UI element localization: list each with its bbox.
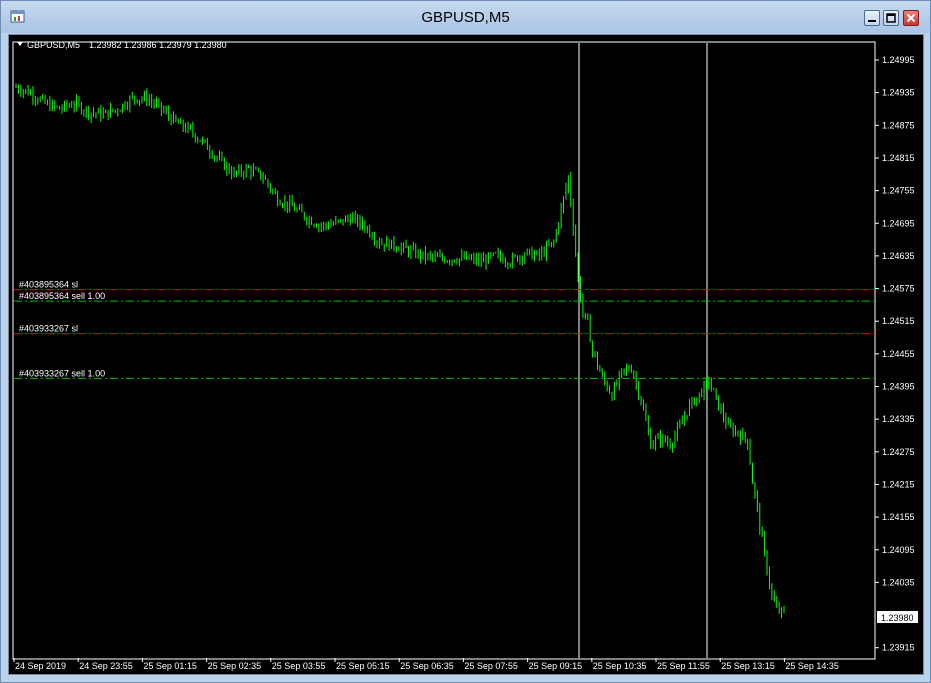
maximize-icon xyxy=(886,13,896,23)
price-label: 1.24755 xyxy=(882,186,915,196)
time-label: 25 Sep 07:55 xyxy=(464,661,518,671)
time-label: 25 Sep 01:15 xyxy=(143,661,197,671)
minimize-icon xyxy=(868,20,876,22)
price-label: 1.24695 xyxy=(882,218,915,228)
trade-line-label: #403933267 sl xyxy=(19,324,78,334)
price-label: 1.24455 xyxy=(882,349,915,359)
price-label: 1.24215 xyxy=(882,479,915,489)
price-label: 1.24635 xyxy=(882,251,915,261)
plot-frame xyxy=(12,41,876,660)
time-label: 25 Sep 06:35 xyxy=(400,661,454,671)
price-label: 1.24035 xyxy=(882,577,915,587)
time-label: 25 Sep 03:55 xyxy=(272,661,326,671)
time-label: 24 Sep 23:55 xyxy=(79,661,133,671)
price-label: 1.24395 xyxy=(882,382,915,392)
price-label: 1.24875 xyxy=(882,120,915,130)
time-label: 25 Sep 02:35 xyxy=(208,661,262,671)
triangle-down-icon[interactable] xyxy=(17,42,23,46)
price-label: 1.24815 xyxy=(882,153,915,163)
price-label: 1.24515 xyxy=(882,316,915,326)
trade-line-label: #403895364 sell 1.00 xyxy=(19,291,105,301)
title-bar[interactable]: GBPUSD,M5 xyxy=(1,1,930,33)
close-icon xyxy=(906,13,916,23)
price-chart[interactable]: GBPUSD,M5 1.23982 1.23986 1.23979 1.2398… xyxy=(8,34,924,675)
ohlc-values: 1.23982 1.23986 1.23979 1.23980 xyxy=(89,40,227,50)
time-label: 25 Sep 14:35 xyxy=(785,661,839,671)
current-price-label: 1.23980 xyxy=(881,613,914,623)
price-label: 1.23915 xyxy=(882,643,915,653)
time-label: 25 Sep 09:15 xyxy=(529,661,583,671)
time-label: 24 Sep 2019 xyxy=(15,661,66,671)
time-label: 25 Sep 05:15 xyxy=(336,661,390,671)
maximize-button[interactable] xyxy=(883,10,899,26)
price-label: 1.24575 xyxy=(882,284,915,294)
price-label: 1.24155 xyxy=(882,512,915,522)
price-label: 1.24935 xyxy=(882,88,915,98)
close-button[interactable] xyxy=(903,10,919,26)
price-label: 1.24095 xyxy=(882,545,915,555)
time-label: 25 Sep 13:15 xyxy=(721,661,775,671)
price-label: 1.24275 xyxy=(882,447,915,457)
symbol-label: GBPUSD,M5 xyxy=(27,40,80,50)
window-title: GBPUSD,M5 xyxy=(421,9,510,26)
time-label: 25 Sep 11:55 xyxy=(657,661,710,671)
time-label: 25 Sep 10:35 xyxy=(593,661,647,671)
price-label: 1.24335 xyxy=(882,414,915,424)
trade-line-label: #403895364 sl xyxy=(19,280,78,290)
price-label: 1.24995 xyxy=(882,55,915,65)
minimize-button[interactable] xyxy=(864,10,880,26)
trade-line-label: #403933267 sell 1.00 xyxy=(19,368,105,378)
chart-window: GBPUSD,M5 GBPUSD,M5 1.23982 1.23986 1.23… xyxy=(0,0,931,683)
